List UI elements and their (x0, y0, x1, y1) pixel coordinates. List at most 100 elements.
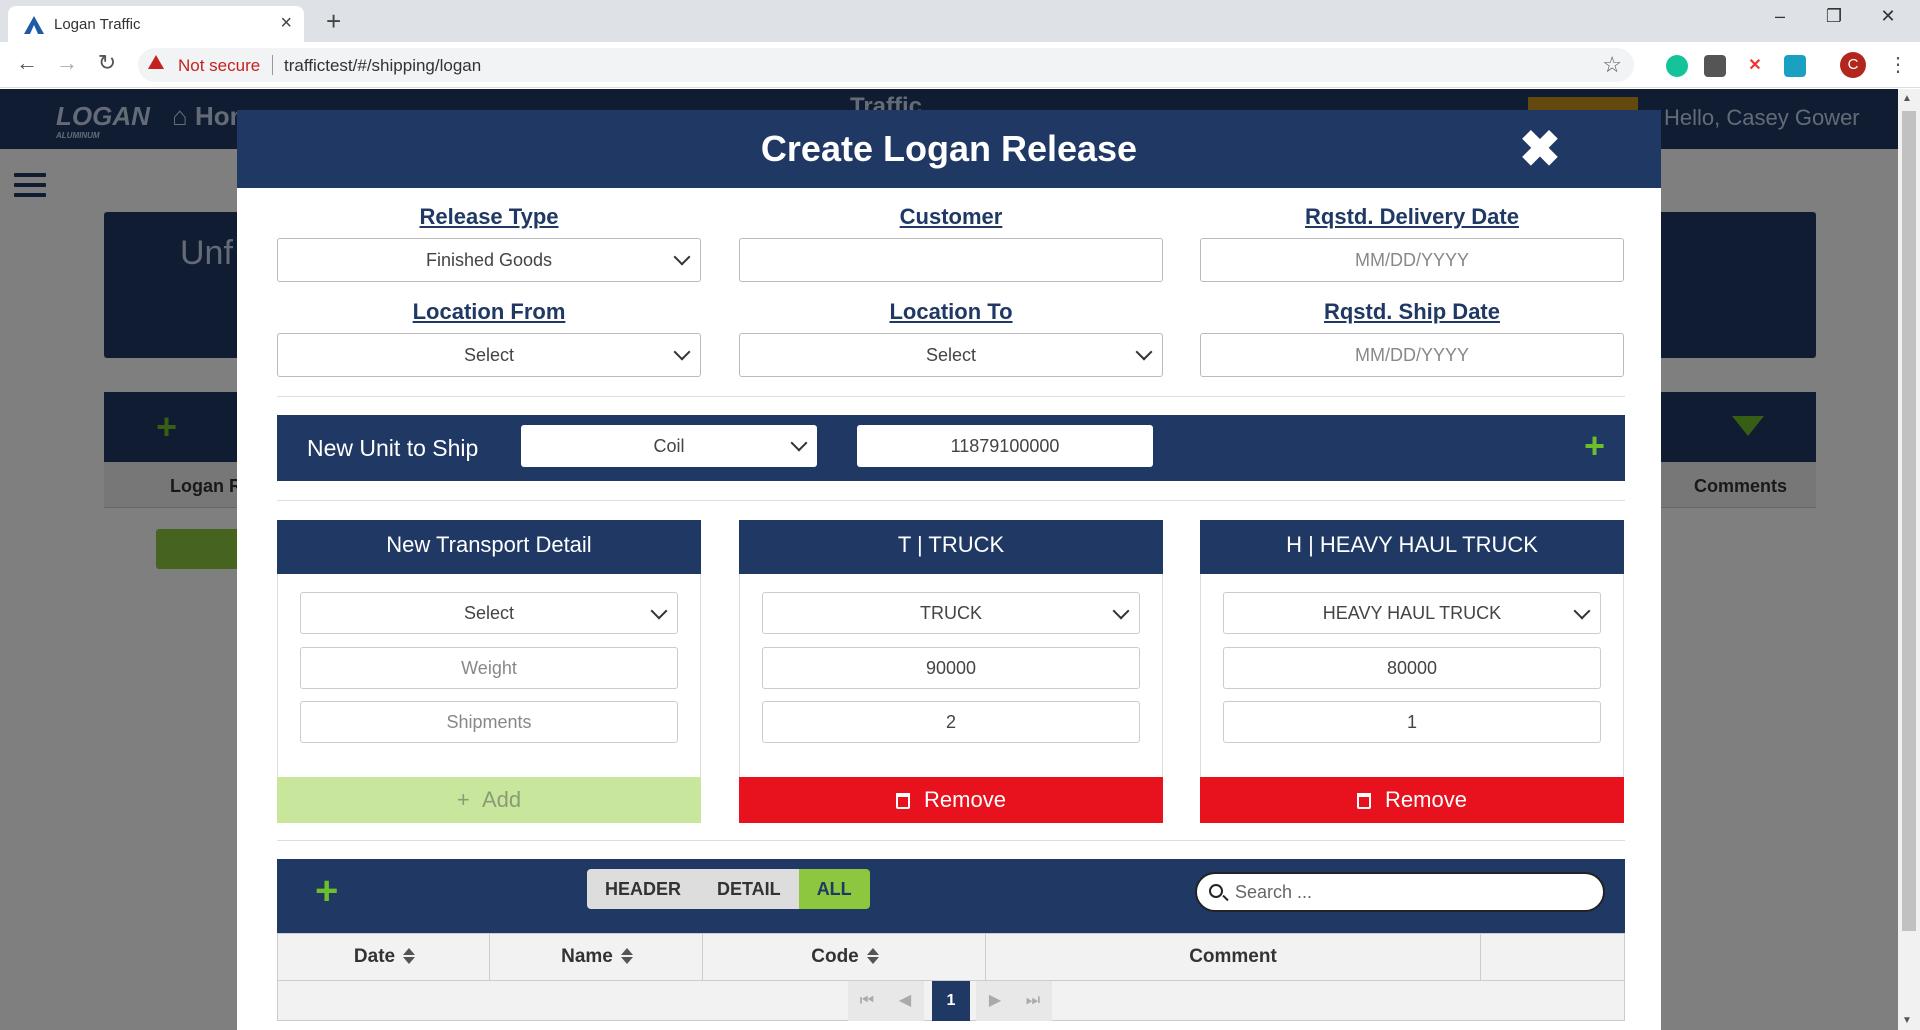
customer-input[interactable] (739, 238, 1163, 282)
url-text[interactable]: traffictest/#/shipping/logan (284, 56, 481, 76)
modal-title: Create Logan Release (760, 128, 1138, 169)
warning-icon (148, 55, 164, 69)
profile-avatar[interactable]: C (1840, 52, 1866, 78)
search-placeholder: Search ... (1235, 882, 1313, 902)
location-to-value: Select (925, 345, 977, 365)
sort-icon (403, 948, 416, 964)
restore-icon[interactable]: ❐ (1814, 6, 1854, 27)
remove-transport-label: Remove (924, 787, 1006, 812)
column-name[interactable]: Name (490, 934, 703, 980)
shipments-input[interactable]: Shipments (300, 701, 678, 743)
transport-type-select[interactable]: TRUCK (762, 592, 1140, 634)
divider (277, 396, 1625, 397)
grid-add-icon[interactable]: + (315, 869, 338, 914)
transport-card-new: New Transport Detail Select Weight Shipm… (277, 520, 701, 823)
column-code-label: Code (811, 946, 859, 967)
close-extension-icon[interactable]: ✕ (1744, 55, 1766, 77)
browser-tabstrip: Logan Traffic × + – ❐ ✕ (0, 0, 1920, 42)
create-release-modal: Create Logan Release ✖ Release Type Fini… (237, 110, 1661, 1030)
page-scrollbar[interactable]: ▲ ▼ (1898, 89, 1920, 1030)
browser-menu-icon[interactable]: ⋮ (1888, 52, 1908, 77)
column-comment[interactable]: Comment (986, 934, 1481, 980)
extension-icon[interactable] (1784, 55, 1806, 77)
tab-title: Logan Traffic (54, 16, 141, 33)
release-type-value: Finished Goods (425, 250, 553, 270)
divider (277, 500, 1625, 501)
remove-transport-button[interactable]: Remove (1200, 777, 1624, 823)
new-unit-bar: New Unit to Ship Coil 11879100000 + (277, 415, 1625, 481)
new-tab-icon[interactable]: + (326, 6, 341, 37)
grid-search-input[interactable]: Search ... (1195, 872, 1605, 912)
view-detail-button[interactable]: DETAIL (699, 869, 799, 909)
forward-icon[interactable]: → (52, 50, 82, 76)
window-close-icon[interactable]: ✕ (1868, 6, 1908, 27)
prev-page-icon[interactable]: ◀ (886, 981, 924, 1021)
column-comment-label: Comment (1189, 946, 1277, 967)
column-date[interactable]: Date (278, 934, 490, 980)
transport-type-select[interactable]: HEAVY HAUL TRUCK (1223, 592, 1601, 634)
remove-transport-button[interactable]: Remove (739, 777, 1163, 823)
unit-type-select[interactable]: Coil (521, 425, 817, 467)
divider (277, 840, 1625, 841)
unit-number-input[interactable]: 11879100000 (857, 425, 1153, 467)
tab-close-icon[interactable]: × (280, 12, 292, 35)
omnibox[interactable]: Not secure traffictest/#/shipping/logan … (138, 48, 1634, 82)
delivery-date-input[interactable]: MM/DD/YYYY (1200, 238, 1624, 282)
trash-icon (1357, 793, 1372, 809)
location-to-label: Location To (889, 299, 1013, 324)
shipments-input[interactable]: 2 (762, 701, 1140, 743)
location-from-select[interactable]: Select (277, 333, 701, 377)
view-toggle: HEADER DETAIL ALL (587, 869, 870, 909)
first-page-icon[interactable]: ⏮ (848, 981, 886, 1021)
sort-icon (620, 948, 633, 964)
weight-input[interactable]: Weight (300, 647, 678, 689)
release-type-select[interactable]: Finished Goods (277, 238, 701, 282)
chevron-down-icon (673, 343, 691, 361)
back-icon[interactable]: ← (12, 50, 42, 76)
chevron-down-icon (1573, 602, 1591, 620)
selenium-extension-icon[interactable] (1704, 55, 1726, 77)
reload-icon[interactable]: ↻ (92, 50, 122, 76)
scroll-up-icon[interactable]: ▲ (1902, 93, 1912, 104)
scroll-down-icon[interactable]: ▼ (1902, 1015, 1912, 1026)
view-all-button[interactable]: ALL (798, 869, 870, 909)
plus-icon: + (456, 787, 482, 812)
browser-tab[interactable]: Logan Traffic × (8, 6, 304, 42)
location-from-value: Select (463, 345, 515, 365)
location-from-label: Location From (412, 299, 566, 324)
omnibox-divider (272, 55, 273, 75)
modal-close-icon[interactable]: ✖ (1519, 120, 1561, 178)
next-page-icon[interactable]: ▶ (976, 981, 1014, 1021)
ship-date-input[interactable]: MM/DD/YYYY (1200, 333, 1624, 377)
transport-card-truck: T | TRUCK TRUCK 90000 2 Remove (739, 520, 1163, 823)
location-to-select[interactable]: Select (739, 333, 1163, 377)
chevron-down-icon (650, 602, 668, 620)
bookmark-star-icon[interactable]: ☆ (1602, 52, 1622, 78)
column-code[interactable]: Code (703, 934, 986, 980)
transport-card-title: T | TRUCK (739, 520, 1163, 574)
transport-card-title: H | HEAVY HAUL TRUCK (1200, 520, 1624, 574)
last-page-icon[interactable]: ⏭ (1014, 981, 1052, 1021)
grid-toolbar: + HEADER DETAIL ALL Search ... (277, 859, 1625, 933)
scroll-thumb[interactable] (1902, 111, 1916, 931)
add-unit-icon[interactable]: + (1584, 425, 1605, 467)
transport-type-select[interactable]: Select (300, 592, 678, 634)
add-transport-button[interactable]: + Add (277, 777, 701, 823)
grammarly-extension-icon[interactable] (1666, 55, 1688, 77)
customer-label: Customer (899, 204, 1003, 229)
remove-transport-label: Remove (1385, 787, 1467, 812)
ship-date-label: Rqstd. Ship Date (1323, 299, 1500, 324)
view-header-button[interactable]: HEADER (587, 869, 700, 909)
chevron-down-icon (673, 248, 691, 266)
transport-type-value: Select (463, 603, 515, 623)
shipments-input[interactable]: 1 (1223, 701, 1601, 743)
grid-header: Date Name Code Comment (277, 933, 1625, 981)
security-label[interactable]: Not secure (178, 56, 260, 76)
weight-input[interactable]: 80000 (1223, 647, 1601, 689)
current-page[interactable]: 1 (932, 981, 970, 1021)
unit-type-value: Coil (653, 436, 685, 456)
modal-header: Create Logan Release ✖ (237, 110, 1661, 188)
minimize-icon[interactable]: – (1760, 6, 1800, 27)
chevron-down-icon (790, 434, 808, 452)
weight-input[interactable]: 90000 (762, 647, 1140, 689)
